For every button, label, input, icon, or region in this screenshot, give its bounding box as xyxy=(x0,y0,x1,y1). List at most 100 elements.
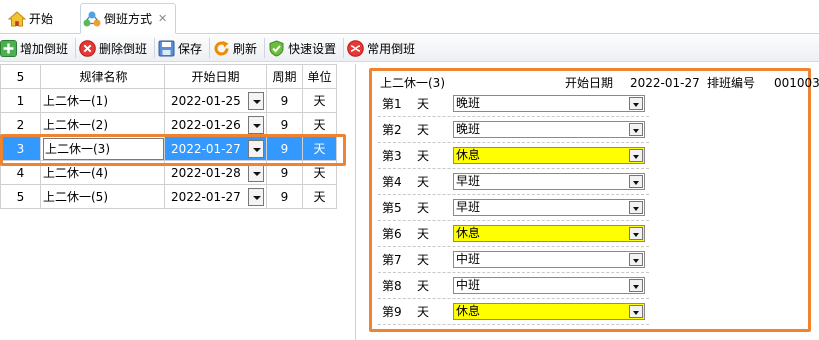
dropdown-arrow-icon[interactable] xyxy=(629,175,643,188)
shift-select[interactable]: 休息 xyxy=(453,147,645,164)
delete-shift-button[interactable]: 删除倒班 xyxy=(79,37,151,60)
shift-select[interactable]: 早班 xyxy=(453,173,645,190)
day-row: 第5 天 早班 xyxy=(378,195,649,221)
toolbar-divider xyxy=(154,38,156,58)
tab-bar: 开始 倒班方式 ✕ xyxy=(0,0,819,34)
day-unit: 天 xyxy=(417,305,430,319)
rule-name-cell[interactable]: 上二休一(1) xyxy=(40,88,165,113)
dropdown-arrow-icon[interactable] xyxy=(629,305,643,318)
column-header-date[interactable]: 开始日期 xyxy=(164,64,267,89)
check-shield-icon xyxy=(269,39,284,57)
start-date-cell[interactable]: 2022-01-25 xyxy=(164,88,267,113)
dropdown-arrow-icon[interactable] xyxy=(629,149,643,162)
unit-cell[interactable]: 天 xyxy=(302,112,337,137)
quick-setup-label: 快速设置 xyxy=(288,41,337,56)
start-date-value: 2022-01-28 xyxy=(171,165,241,180)
day-label: 第6 xyxy=(382,227,402,241)
shift-select-value: 休息 xyxy=(456,304,481,318)
rule-name-cell[interactable]: 上二休一(3) xyxy=(40,136,165,161)
dropdown-arrow-icon[interactable] xyxy=(248,115,264,134)
table-row[interactable]: 2 上二休一(2) 2022-01-26 9 天 xyxy=(0,112,337,137)
unit-cell[interactable]: 天 xyxy=(302,136,337,161)
shift-select-value: 晚班 xyxy=(456,122,481,136)
cycle-cell[interactable]: 9 xyxy=(266,112,303,137)
close-icon[interactable]: ✕ xyxy=(158,12,167,25)
start-date-value: 2022-01-27 xyxy=(171,189,241,204)
day-label: 第7 xyxy=(382,253,402,267)
refresh-button[interactable]: 刷新 xyxy=(213,37,261,60)
save-icon xyxy=(158,40,175,56)
rule-name-input[interactable]: 上二休一(3) xyxy=(43,137,164,160)
rule-name-cell[interactable]: 上二休一(2) xyxy=(40,112,165,137)
unit-cell[interactable]: 天 xyxy=(302,184,337,209)
shift-select[interactable]: 中班 xyxy=(453,251,645,268)
day-row: 第1 天 晚班 xyxy=(378,91,649,117)
row-number: 3 xyxy=(0,136,41,161)
dropdown-arrow-icon[interactable] xyxy=(629,123,643,136)
shift-select[interactable]: 晚班 xyxy=(453,121,645,138)
dropdown-arrow-icon[interactable] xyxy=(629,97,643,110)
rule-name-cell[interactable]: 上二休一(4) xyxy=(40,160,165,185)
table-row[interactable]: 4 上二休一(4) 2022-01-28 9 天 xyxy=(0,160,337,185)
unit-cell[interactable]: 天 xyxy=(302,88,337,113)
table-row[interactable]: 5 上二休一(5) 2022-01-27 9 天 xyxy=(0,184,337,209)
day-label: 第9 xyxy=(382,305,402,319)
dropdown-arrow-icon[interactable] xyxy=(629,201,643,214)
shift-select[interactable]: 中班 xyxy=(453,277,645,294)
tab-shift-mode[interactable]: 倒班方式 ✕ xyxy=(80,3,176,34)
row-count: 5 xyxy=(0,64,41,89)
dropdown-arrow-icon[interactable] xyxy=(248,187,264,206)
shift-icon xyxy=(83,11,101,26)
dropdown-arrow-icon[interactable] xyxy=(248,91,264,110)
day-row: 第9 天 休息 xyxy=(378,299,649,325)
quick-setup-button[interactable]: 快速设置 xyxy=(268,37,340,60)
save-button[interactable]: 保存 xyxy=(158,37,206,60)
cycle-cell[interactable]: 9 xyxy=(266,184,303,209)
grid-header-row: 5 规律名称 开始日期 周期 单位 xyxy=(0,64,337,89)
day-label: 第2 xyxy=(382,123,402,137)
shift-select[interactable]: 休息 xyxy=(453,303,645,320)
start-date-cell[interactable]: 2022-01-28 xyxy=(164,160,267,185)
start-date-label: 开始日期 xyxy=(565,76,614,90)
start-date-cell[interactable]: 2022-01-26 xyxy=(164,112,267,137)
day-label: 第5 xyxy=(382,201,402,215)
start-date-cell[interactable]: 2022-01-27 xyxy=(164,136,267,161)
dropdown-arrow-icon[interactable] xyxy=(629,279,643,292)
day-unit: 天 xyxy=(417,201,430,215)
common-shift-button[interactable]: 常用倒班 xyxy=(347,37,419,60)
add-shift-button[interactable]: 增加倒班 xyxy=(0,37,72,60)
unit-cell[interactable]: 天 xyxy=(302,160,337,185)
table-row-selected[interactable]: 3 上二休一(3) 2022-01-27 9 天 xyxy=(0,136,337,161)
dropdown-arrow-icon[interactable] xyxy=(248,163,264,182)
shift-select-value: 中班 xyxy=(456,278,481,292)
toolbar: 增加倒班 删除倒班 保存 刷新 快速设置 常用倒班 xyxy=(0,35,819,62)
day-label: 第4 xyxy=(382,175,402,189)
delete-shift-label: 删除倒班 xyxy=(99,41,148,56)
dropdown-arrow-icon[interactable] xyxy=(629,253,643,266)
day-row: 第7 天 中班 xyxy=(378,247,649,273)
column-header-unit[interactable]: 单位 xyxy=(302,64,337,89)
cycle-cell[interactable]: 9 xyxy=(266,160,303,185)
cycle-cell[interactable]: 9 xyxy=(266,88,303,113)
refresh-label: 刷新 xyxy=(233,41,258,56)
rule-name-cell[interactable]: 上二休一(5) xyxy=(40,184,165,209)
dropdown-arrow-icon[interactable] xyxy=(629,227,643,240)
tab-home[interactable]: 开始 xyxy=(8,3,78,34)
shift-code: 001003 xyxy=(774,75,819,90)
column-header-cycle[interactable]: 周期 xyxy=(266,64,303,89)
dropdown-arrow-icon[interactable] xyxy=(248,139,264,158)
row-number: 4 xyxy=(0,160,41,185)
cycle-cell[interactable]: 9 xyxy=(266,136,303,161)
day-row: 第6 天 休息 xyxy=(378,221,649,247)
column-header-name[interactable]: 规律名称 xyxy=(40,64,165,89)
shift-select[interactable]: 休息 xyxy=(453,225,645,242)
shift-code-label: 排班编号 xyxy=(707,76,756,90)
start-date-cell[interactable]: 2022-01-27 xyxy=(164,184,267,209)
tab-home-label: 开始 xyxy=(29,12,54,26)
plus-icon xyxy=(0,39,17,57)
shift-select[interactable]: 早班 xyxy=(453,199,645,216)
start-date-value: 2022-01-26 xyxy=(171,117,241,132)
shift-select[interactable]: 晚班 xyxy=(453,95,645,112)
start-date-value: 2022-01-25 xyxy=(171,93,241,108)
table-row[interactable]: 1 上二休一(1) 2022-01-25 9 天 xyxy=(0,88,337,113)
